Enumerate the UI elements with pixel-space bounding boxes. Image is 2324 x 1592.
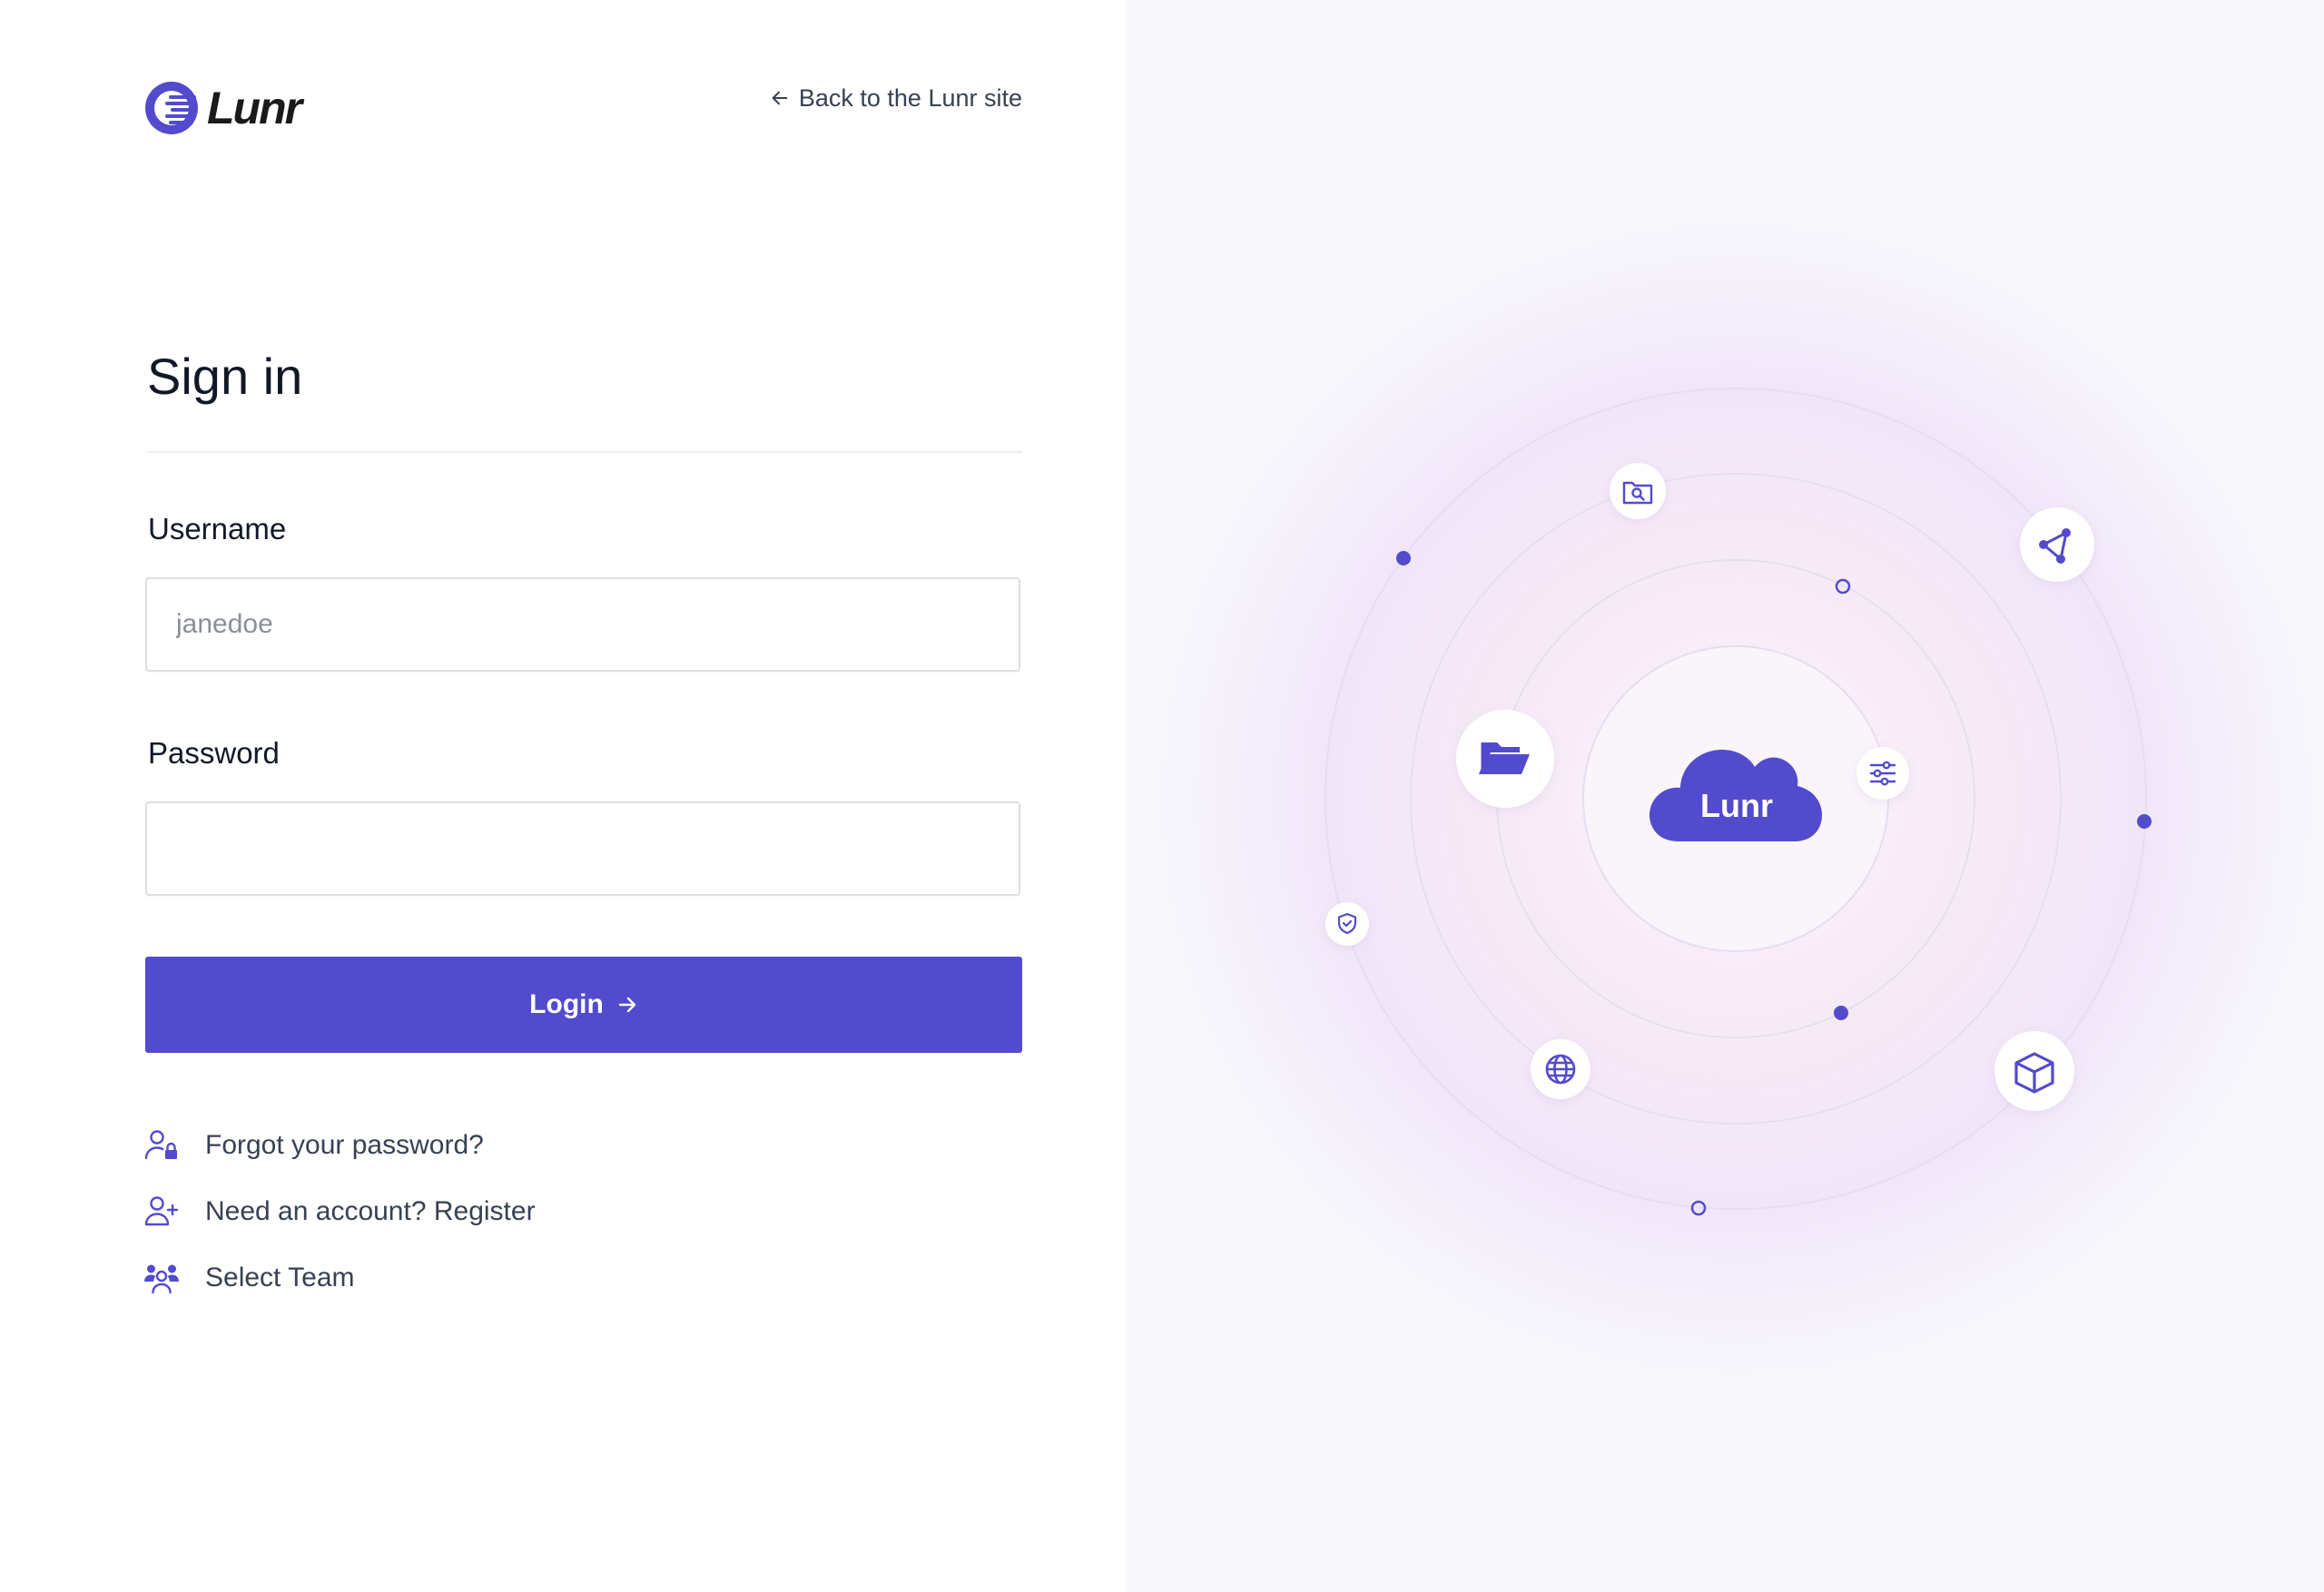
- globe-node: [1531, 1039, 1590, 1099]
- arrow-left-icon: [772, 91, 788, 105]
- sliders-node: [1856, 747, 1909, 800]
- cloud-label: Lunr: [1700, 787, 1773, 824]
- forgot-password-link[interactable]: Forgot your password?: [143, 1125, 536, 1165]
- user-lock-icon: [144, 1130, 177, 1160]
- orbit-dot: [1834, 1006, 1848, 1020]
- password-label: Password: [148, 736, 280, 770]
- orbit-illustration: Lunr: [1126, 0, 2324, 1592]
- select-team-link[interactable]: Select Team: [143, 1258, 536, 1298]
- login-button-label: Login: [529, 989, 604, 1019]
- select-team-label: Select Team: [205, 1263, 355, 1292]
- lunr-logo-icon: [145, 82, 198, 134]
- logo-wordmark: Lunr: [207, 83, 302, 133]
- username-input[interactable]: [145, 577, 1020, 672]
- user-plus-icon: [144, 1196, 179, 1226]
- share-nodes-node: [2020, 507, 2094, 582]
- sliders-icon: [1869, 761, 1896, 786]
- shield-check-node: [1325, 902, 1369, 946]
- password-input[interactable]: [145, 801, 1020, 896]
- illustration-panel: Lunr: [1126, 0, 2324, 1592]
- cube-node: [1994, 1031, 2074, 1111]
- back-link-label: Back to the Lunr site: [798, 84, 1022, 112]
- page-title: Sign in: [147, 348, 303, 405]
- folder-search-node: [1610, 463, 1666, 519]
- username-label: Username: [148, 512, 287, 545]
- title-divider: [147, 451, 1022, 453]
- users-group-icon: [144, 1264, 179, 1294]
- login-panel: Lunr Back to the Lunr site Sign in Usern…: [0, 0, 1126, 1592]
- register-label: Need an account? Register: [205, 1196, 536, 1226]
- arrow-right-icon: [618, 997, 636, 1013]
- logo[interactable]: Lunr: [143, 80, 302, 136]
- login-button[interactable]: Login: [145, 957, 1022, 1053]
- orbit-dot: [2137, 814, 2152, 829]
- register-link[interactable]: Need an account? Register: [143, 1192, 536, 1232]
- auth-links: Forgot your password? Need an account? R…: [143, 1125, 536, 1324]
- forgot-password-label: Forgot your password?: [205, 1130, 484, 1160]
- orbit-dot: [1396, 551, 1411, 565]
- folder-open-node: [1456, 710, 1554, 808]
- back-to-site-link[interactable]: Back to the Lunr site: [770, 80, 1022, 116]
